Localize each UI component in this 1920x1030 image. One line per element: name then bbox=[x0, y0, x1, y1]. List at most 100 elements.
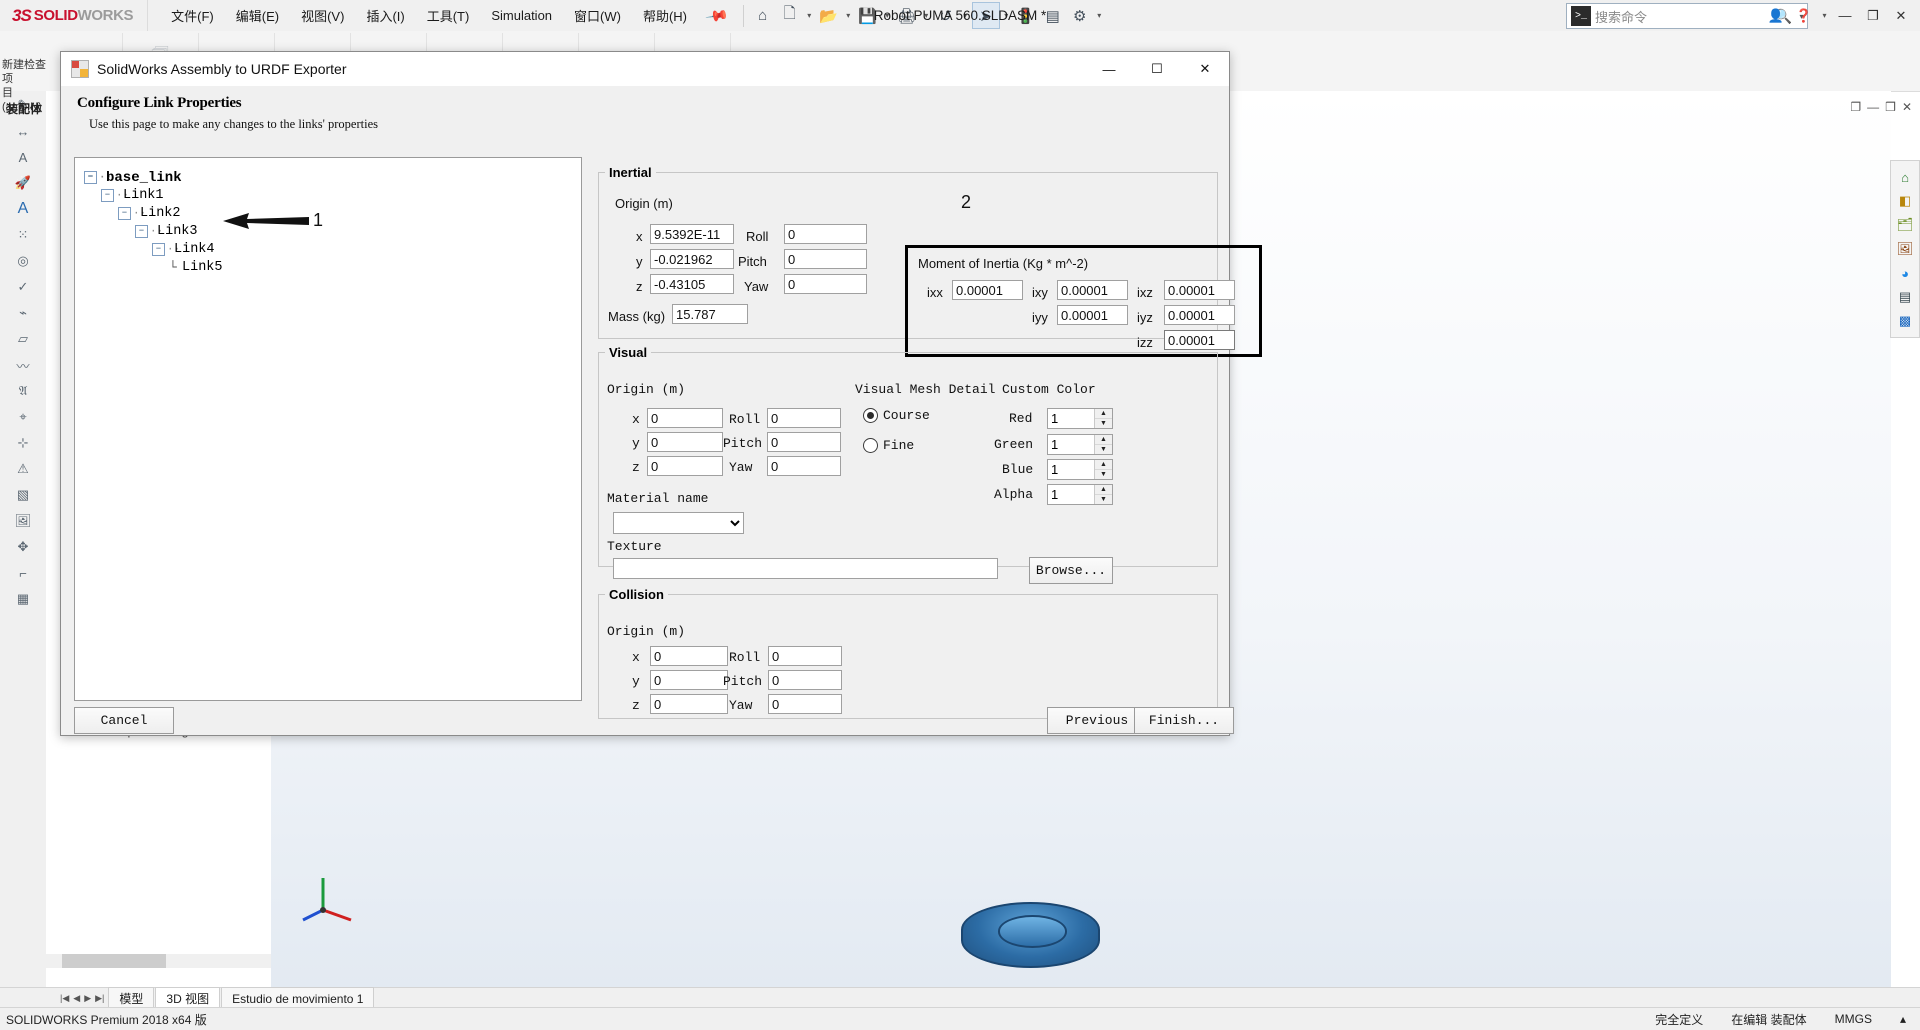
section-view-icon[interactable]: ▩ bbox=[1894, 310, 1916, 332]
mass-input[interactable] bbox=[672, 304, 748, 324]
tree-node-link5[interactable]: └ Link5 bbox=[169, 260, 581, 275]
minimize-icon[interactable]: — bbox=[1832, 3, 1858, 29]
geo-tolerance-icon[interactable]: ⌖ bbox=[9, 405, 37, 429]
scene-icon[interactable]: 🖼 bbox=[1894, 238, 1916, 260]
material-name-select[interactable] bbox=[613, 512, 744, 534]
next-tab-icon[interactable]: ▶ bbox=[84, 993, 91, 1004]
texture-input[interactable] bbox=[613, 558, 998, 579]
help-icon[interactable]: ❓ bbox=[1791, 3, 1817, 29]
link-tree[interactable]: − ·· base_link − ·· Link1 − ·· Link2 − ·… bbox=[74, 157, 582, 701]
color-alpha-spin-buttons[interactable]: ▲ ▼ bbox=[1094, 485, 1112, 504]
ixy-input[interactable] bbox=[1057, 280, 1128, 300]
traffic-light-icon[interactable]: 🚦 bbox=[1013, 3, 1039, 28]
menu-edit[interactable]: 编辑(E) bbox=[225, 2, 290, 29]
search-input[interactable]: 搜索命令 bbox=[1595, 7, 1775, 26]
mesh-option-fine[interactable]: Fine bbox=[863, 438, 914, 453]
mesh-option-course[interactable]: Course bbox=[863, 408, 930, 423]
datum-icon[interactable]: ⏥ bbox=[9, 327, 37, 351]
shaded-icon[interactable]: ▧ bbox=[9, 483, 37, 507]
balloon-icon[interactable]: ◎ bbox=[9, 249, 37, 273]
smart-dimension-icon[interactable]: ↔ bbox=[9, 119, 37, 143]
color-blue-spin-buttons[interactable]: ▲ ▼ bbox=[1094, 460, 1112, 479]
display-state-icon[interactable]: 🗂 bbox=[1894, 214, 1916, 236]
inertial-x-input[interactable] bbox=[650, 224, 734, 244]
color-green-spin-buttons[interactable]: ▲ ▼ bbox=[1094, 435, 1112, 454]
new-document-icon[interactable]: 🗋 bbox=[777, 3, 803, 28]
collision-x-input[interactable] bbox=[650, 646, 728, 666]
text-tool-icon[interactable]: A bbox=[9, 145, 37, 169]
dialog-maximize-icon[interactable]: ☐ bbox=[1133, 52, 1181, 86]
restore-icon[interactable]: ❐ bbox=[1860, 3, 1886, 29]
user-icon[interactable]: 👤 bbox=[1763, 3, 1789, 29]
collision-pitch-input[interactable] bbox=[768, 670, 842, 690]
print-icon[interactable]: 🖨 bbox=[894, 3, 920, 28]
undo-icon[interactable]: ↺ bbox=[933, 3, 959, 28]
visual-x-input[interactable] bbox=[647, 408, 723, 428]
previous-button[interactable]: Previous bbox=[1047, 707, 1147, 734]
collision-yaw-input[interactable] bbox=[768, 694, 842, 714]
color-alpha-input[interactable] bbox=[1048, 485, 1094, 504]
cancel-button[interactable]: Cancel bbox=[74, 707, 174, 734]
tree-node-base-link[interactable]: − ·· base_link bbox=[84, 170, 581, 186]
list-view-icon[interactable]: ▤ bbox=[1894, 286, 1916, 308]
iyy-input[interactable] bbox=[1057, 305, 1128, 325]
move-icon[interactable]: ✥ bbox=[9, 535, 37, 559]
inertial-z-input[interactable] bbox=[650, 274, 734, 294]
expander-minus-icon[interactable]: − bbox=[118, 207, 131, 220]
tree-node-link4[interactable]: − ·· Link4 bbox=[152, 242, 581, 257]
spin-down-icon[interactable]: ▼ bbox=[1095, 419, 1112, 428]
corner-icon[interactable]: ⌐ bbox=[9, 561, 37, 585]
menu-simulation[interactable]: Simulation bbox=[480, 4, 563, 27]
browse-button[interactable]: Browse... bbox=[1029, 557, 1113, 584]
viewport-restore-icon[interactable]: ❐ bbox=[1850, 100, 1861, 114]
gear-icon[interactable]: ⚙ bbox=[1067, 3, 1093, 28]
viewport-minimize-icon[interactable]: — bbox=[1867, 100, 1879, 114]
expander-minus-icon[interactable]: − bbox=[101, 189, 114, 202]
warning-icon[interactable]: ⚠ bbox=[9, 457, 37, 481]
status-units-chevron-up-icon[interactable]: ▴ bbox=[1900, 1012, 1906, 1026]
appearance-icon[interactable]: ◧ bbox=[1894, 190, 1916, 212]
options-list-icon[interactable]: ▤ bbox=[1040, 3, 1066, 28]
ixx-input[interactable] bbox=[952, 280, 1023, 300]
save-chevron-down-icon[interactable]: ▾ bbox=[882, 11, 893, 20]
color-alpha-stepper[interactable]: ▲ ▼ bbox=[1047, 484, 1113, 505]
color-red-stepper[interactable]: ▲ ▼ bbox=[1047, 408, 1113, 429]
visual-y-input[interactable] bbox=[647, 432, 723, 452]
pin-icon[interactable]: 📌 bbox=[696, 0, 738, 34]
first-tab-icon[interactable]: |◀ bbox=[60, 993, 69, 1004]
spin-down-icon[interactable]: ▼ bbox=[1095, 470, 1112, 479]
spin-up-icon[interactable]: ▲ bbox=[1095, 460, 1112, 470]
collision-z-input[interactable] bbox=[650, 694, 728, 714]
spin-up-icon[interactable]: ▲ bbox=[1095, 485, 1112, 495]
color-green-stepper[interactable]: ▲ ▼ bbox=[1047, 434, 1113, 455]
open-chevron-down-icon[interactable]: ▾ bbox=[843, 11, 854, 20]
select-chevron-down-icon[interactable]: ▾ bbox=[1001, 11, 1012, 20]
spin-down-icon[interactable]: ▼ bbox=[1095, 445, 1112, 454]
center-mark-icon[interactable]: ⊹ bbox=[9, 431, 37, 455]
last-tab-icon[interactable]: ▶| bbox=[95, 993, 104, 1004]
color-green-input[interactable] bbox=[1048, 435, 1094, 454]
new-document-chevron-down-icon[interactable]: ▾ bbox=[804, 11, 815, 20]
visual-pitch-input[interactable] bbox=[767, 432, 841, 452]
inertial-roll-input[interactable] bbox=[784, 224, 867, 244]
prev-tab-icon[interactable]: ◀ bbox=[73, 993, 80, 1004]
tree-node-link3[interactable]: − ·· Link3 bbox=[135, 224, 581, 239]
close-icon[interactable]: ✕ bbox=[1888, 3, 1914, 29]
open-folder-icon[interactable]: 📂 bbox=[816, 3, 842, 28]
menu-help[interactable]: 帮助(H) bbox=[632, 2, 698, 29]
collision-y-input[interactable] bbox=[650, 670, 728, 690]
menu-window[interactable]: 窗口(W) bbox=[563, 2, 632, 29]
image-icon[interactable]: 🖼 bbox=[9, 509, 37, 533]
save-icon[interactable]: 💾 bbox=[855, 3, 881, 28]
dialog-close-icon[interactable]: ✕ bbox=[1181, 52, 1229, 86]
tree-scroll-thumb[interactable] bbox=[62, 954, 166, 968]
viewport-maximize-icon[interactable]: ❒ bbox=[1885, 100, 1896, 114]
spin-up-icon[interactable]: ▲ bbox=[1095, 409, 1112, 419]
expander-minus-icon[interactable]: − bbox=[84, 171, 97, 184]
tree-node-link2[interactable]: − ·· Link2 bbox=[118, 206, 581, 221]
home-view-icon[interactable]: ⌂ bbox=[1894, 166, 1916, 188]
radio-unselected-icon[interactable] bbox=[863, 438, 878, 453]
block-a-icon[interactable]: 𝔄 bbox=[9, 379, 37, 403]
menu-tools[interactable]: 工具(T) bbox=[416, 2, 481, 29]
menu-view[interactable]: 视图(V) bbox=[290, 2, 355, 29]
